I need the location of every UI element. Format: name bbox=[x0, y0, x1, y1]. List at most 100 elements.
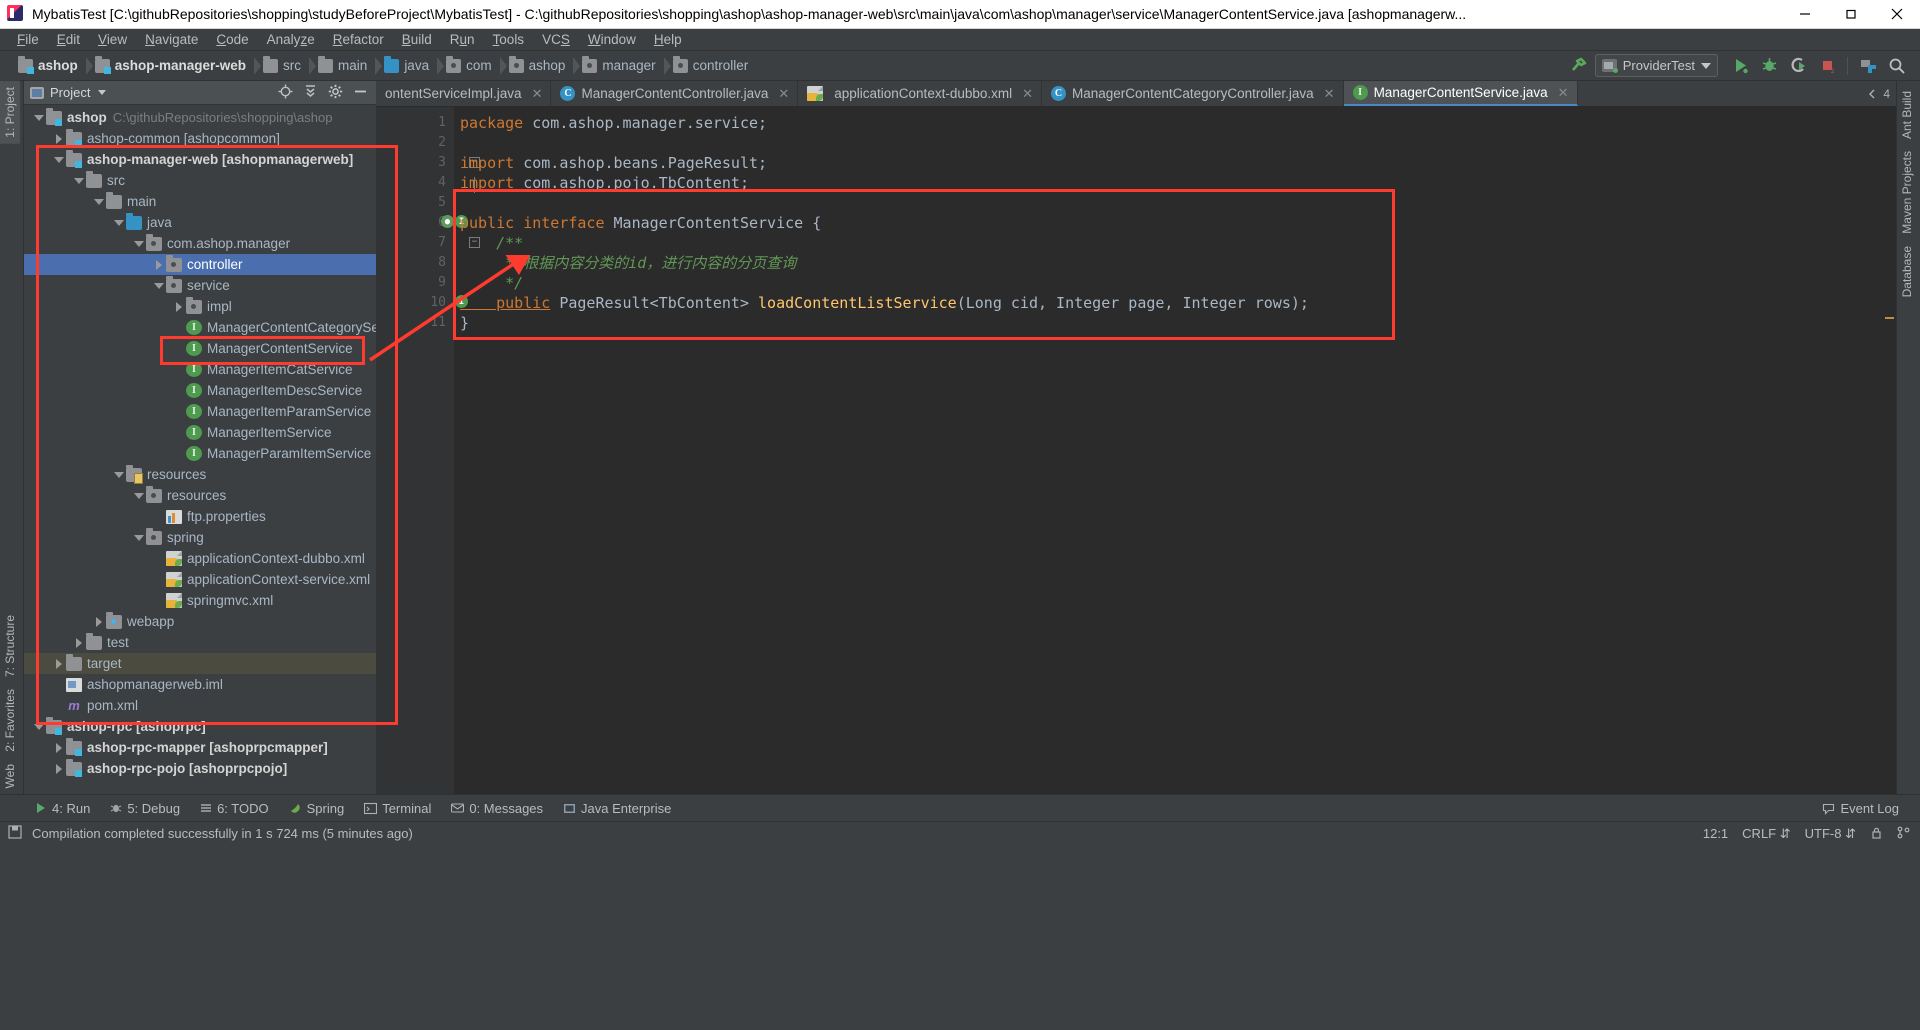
tool-window-todo[interactable]: 6: TODO bbox=[191, 798, 278, 819]
lock-icon[interactable] bbox=[1870, 826, 1883, 842]
implemented-by-icon[interactable]: ● bbox=[441, 215, 454, 228]
tree-node-managercontentcategoryservice[interactable]: I ManagerContentCategoryService bbox=[24, 317, 376, 338]
menu-run[interactable]: Run bbox=[441, 30, 484, 49]
menu-refactor[interactable]: Refactor bbox=[324, 30, 393, 49]
breadcrumb-ashop-pkg[interactable]: ashop bbox=[505, 55, 581, 77]
tree-node-target[interactable]: target bbox=[24, 653, 376, 674]
tree-node-java[interactable]: java bbox=[24, 212, 376, 233]
search-everywhere-icon[interactable] bbox=[1884, 54, 1910, 78]
close-icon[interactable]: ✕ bbox=[532, 86, 543, 102]
tree-node-ashop-rpc-mapper-ashoprpcmapper[interactable]: ashop-rpc-mapper [ashoprpcmapper] bbox=[24, 737, 376, 758]
minimize-icon[interactable] bbox=[1782, 0, 1828, 29]
close-icon[interactable] bbox=[1874, 0, 1920, 29]
menu-window[interactable]: Window bbox=[579, 30, 645, 49]
hammer-build-icon[interactable] bbox=[1566, 54, 1592, 78]
locate-icon[interactable] bbox=[278, 84, 293, 102]
tree-twisty[interactable] bbox=[72, 170, 86, 191]
tree-twisty[interactable] bbox=[172, 422, 186, 443]
breadcrumb-src[interactable]: src bbox=[259, 55, 317, 77]
tree-node-manageritemparamservice[interactable]: I ManagerItemParamService bbox=[24, 401, 376, 422]
code-line[interactable]: import com.ashop.beans.PageResult; bbox=[454, 153, 1896, 173]
tree-node-test[interactable]: test bbox=[24, 632, 376, 653]
editor-tab-managercontentserviceimpl[interactable]: ontentServiceImpl.java ✕ bbox=[376, 81, 552, 106]
tree-node-managercontentservice[interactable]: I ManagerContentService bbox=[24, 338, 376, 359]
code-line[interactable] bbox=[454, 193, 1896, 213]
tree-node-pom-xml[interactable]: m pom.xml bbox=[24, 695, 376, 716]
tree-node-service[interactable]: service bbox=[24, 275, 376, 296]
code-line[interactable]: */ bbox=[454, 273, 1896, 293]
code-editor[interactable]: 1 2 3−4 5 6●I7− 8 9 10I 11 package com.ashop.man… bbox=[376, 107, 1896, 794]
tree-twisty[interactable] bbox=[52, 695, 66, 716]
tree-twisty[interactable] bbox=[92, 611, 106, 632]
tree-node-src[interactable]: src bbox=[24, 170, 376, 191]
tool-window-structure[interactable]: 7: Structure bbox=[0, 609, 20, 683]
code-line[interactable]: /** bbox=[454, 233, 1896, 253]
tree-twisty[interactable] bbox=[52, 737, 66, 758]
save-all-icon[interactable] bbox=[8, 825, 22, 842]
breadcrumb-com[interactable]: com bbox=[442, 55, 507, 77]
tree-twisty[interactable] bbox=[92, 191, 106, 212]
tree-twisty[interactable] bbox=[172, 443, 186, 464]
tree-node-controller[interactable]: controller bbox=[24, 254, 376, 275]
collapse-all-icon[interactable] bbox=[303, 84, 318, 102]
tree-node-ashop-common-ashopcommon[interactable]: ashop-common [ashopcommon] bbox=[24, 128, 376, 149]
project-structure-icon[interactable] bbox=[1855, 54, 1881, 78]
tree-node-ashop[interactable]: ashop C:\githubRepositories\shopping\asho… bbox=[24, 107, 376, 128]
tree-twisty[interactable] bbox=[32, 107, 46, 128]
tree-twisty[interactable] bbox=[132, 233, 146, 254]
tree-twisty[interactable] bbox=[112, 464, 126, 485]
close-icon[interactable]: ✕ bbox=[1324, 86, 1335, 102]
breadcrumb-manager[interactable]: manager bbox=[578, 55, 672, 77]
tree-twisty[interactable] bbox=[52, 149, 66, 170]
tool-window-project[interactable]: 1: Project bbox=[0, 81, 20, 144]
menu-view[interactable]: View bbox=[89, 30, 136, 49]
tree-twisty[interactable] bbox=[72, 632, 86, 653]
tree-node-impl[interactable]: impl bbox=[24, 296, 376, 317]
tool-window-java-enterprise[interactable]: Java Enterprise bbox=[554, 798, 680, 819]
tree-twisty[interactable] bbox=[32, 716, 46, 737]
tree-twisty[interactable] bbox=[172, 338, 186, 359]
breadcrumb-java[interactable]: java bbox=[380, 55, 444, 77]
chevron-down-icon[interactable] bbox=[98, 90, 107, 95]
menu-analyze[interactable]: Analyze bbox=[258, 30, 324, 49]
tree-node-ftp-properties[interactable]: ftp.properties bbox=[24, 506, 376, 527]
editor-tab-applicationcontext-dubbo[interactable]: applicationContext-dubbo.xml ✕ bbox=[798, 81, 1043, 106]
tree-node-main[interactable]: main bbox=[24, 191, 376, 212]
editor-tab-overflow[interactable]: 4 bbox=[1867, 81, 1896, 106]
tree-node-applicationcontext-dubbo-xml[interactable]: applicationContext-dubbo.xml bbox=[24, 548, 376, 569]
tool-window-spring[interactable]: Spring bbox=[280, 798, 354, 819]
menu-edit[interactable]: Edit bbox=[48, 30, 89, 49]
tree-node-manageritemservice[interactable]: I ManagerItemService bbox=[24, 422, 376, 443]
file-encoding[interactable]: UTF-8 ⇵ bbox=[1805, 826, 1856, 842]
tree-node-ashopmanagerweb-iml[interactable]: ashopmanagerweb.iml bbox=[24, 674, 376, 695]
breadcrumb-ashop-manager-web[interactable]: ashop-manager-web bbox=[91, 55, 262, 77]
code-line[interactable]: package com.ashop.manager.service; bbox=[454, 113, 1896, 133]
tree-twisty[interactable] bbox=[152, 569, 166, 590]
tool-window-messages[interactable]: 0: Messages bbox=[442, 798, 552, 819]
close-icon[interactable]: ✕ bbox=[1022, 86, 1033, 102]
project-tree[interactable]: ashop C:\githubRepositories\shopping\asho… bbox=[24, 105, 376, 794]
hide-icon[interactable] bbox=[353, 84, 368, 102]
tool-window-database[interactable]: Database bbox=[1897, 240, 1917, 303]
tree-twisty[interactable] bbox=[52, 758, 66, 779]
caret-position[interactable]: 12:1 bbox=[1703, 826, 1728, 841]
menu-help[interactable]: Help bbox=[645, 30, 691, 49]
code-line[interactable] bbox=[454, 133, 1896, 153]
tree-twisty[interactable] bbox=[152, 254, 166, 275]
tool-window-ant-build[interactable]: Ant Build bbox=[1897, 85, 1917, 145]
branch-icon[interactable] bbox=[1897, 826, 1910, 842]
menu-code[interactable]: Code bbox=[207, 30, 257, 49]
stop-icon[interactable]: 2 bbox=[1814, 54, 1840, 78]
tree-node-ashop-rpc-ashoprpc[interactable]: ashop-rpc [ashoprpc] bbox=[24, 716, 376, 737]
tree-twisty[interactable] bbox=[132, 527, 146, 548]
tree-node-applicationcontext-service-xml[interactable]: applicationContext-service.xml bbox=[24, 569, 376, 590]
menu-tools[interactable]: Tools bbox=[484, 30, 534, 49]
tree-node-spring[interactable]: spring bbox=[24, 527, 376, 548]
code-line[interactable]: public PageResult<TbContent> loadContent… bbox=[454, 293, 1896, 313]
tree-twisty[interactable] bbox=[52, 128, 66, 149]
tree-twisty[interactable] bbox=[152, 506, 166, 527]
close-icon[interactable]: ✕ bbox=[1558, 85, 1569, 101]
maximize-icon[interactable] bbox=[1828, 0, 1874, 29]
editor-scrollbar[interactable] bbox=[1882, 107, 1896, 794]
tree-node-manageritemcatservice[interactable]: I ManagerItemCatService bbox=[24, 359, 376, 380]
